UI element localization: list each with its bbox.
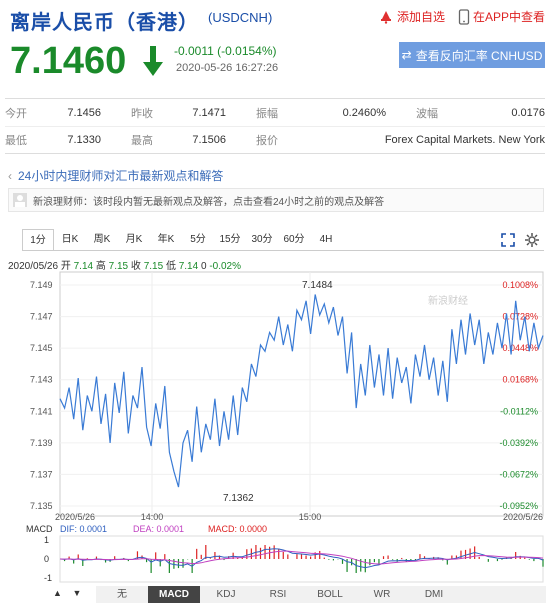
tab-year-k[interactable]: 年K (150, 229, 182, 251)
min-label: 7.1362 (223, 493, 254, 504)
y-tick-label: 7.137 (30, 469, 53, 479)
stat-label: 波幅 (416, 107, 438, 120)
plot-frame (59, 271, 544, 517)
indicator-tab-macd[interactable]: MACD (148, 586, 200, 603)
advisor-headline-label: 24小时内理财师对汇市最新观点和解答 (18, 169, 224, 183)
macd-tick-label: 1 (44, 535, 49, 545)
max-label: 7.1484 (302, 280, 333, 291)
symbol-code: (USDCNH) (208, 10, 273, 25)
tab-5min[interactable]: 5分 (182, 229, 214, 251)
indicator-tabs: 无 MACD KDJ RSI BOLL WR DMI (96, 586, 546, 603)
price-chart[interactable]: 7.149 7.147 7.145 7.143 7.141 7.139 7.137 7.135… (0, 270, 550, 590)
watermark: 新浪财经 (428, 294, 468, 307)
y-tick-label: 7.149 (30, 280, 53, 290)
pct-tick-label: -0.0392% (499, 438, 538, 448)
stat-label: 昨收 (131, 107, 153, 120)
period-tabs: 1分 日K 周K 月K 年K 5分 15分 30分 60分 4H (22, 229, 342, 251)
stat-value: 0.2460% (342, 106, 386, 119)
y-tick-label: 7.143 (30, 375, 53, 385)
stat-value: 7.1471 (192, 106, 226, 119)
add-watch-button[interactable]: 添加自选 (378, 8, 445, 25)
dea-label: DEA: 0.0001 (133, 524, 184, 534)
advisor-notice[interactable]: 新浪理财师：该时段内暂无最新观点及解答，点击查看24小时之前的观点及解答 (8, 188, 544, 212)
phone-icon (458, 8, 470, 25)
pct-tick-label: 0.0448% (502, 343, 538, 353)
x-tick-label: 14:00 (141, 512, 164, 522)
pct-tick-label: -0.0672% (499, 469, 538, 479)
avatar-icon (13, 193, 27, 207)
tab-day-k[interactable]: 日K (54, 229, 86, 251)
current-price: 7.1460 (10, 40, 127, 82)
stat-label: 最低 (5, 135, 27, 147)
x-tick-label: 2020/5/26 (55, 512, 95, 522)
y-tick-label: 7.135 (30, 501, 53, 511)
tab-60min[interactable]: 60分 (278, 229, 310, 251)
price-change: -0.0011 (-0.0154%) (174, 44, 277, 58)
quote-stats-table: 今开 7.1456 昨收 7.1471 振幅 0.2460% 波幅 0.0176… (5, 98, 545, 154)
macd-tick-label: 0 (44, 554, 49, 564)
stat-label: 最高 (131, 135, 153, 147)
arrow-up-icon[interactable]: ▲ (53, 588, 62, 598)
stat-value: 7.1456 (67, 106, 101, 119)
macd-title: MACD (26, 524, 53, 534)
stat-label: 报价 (256, 135, 278, 147)
quote-time: 2020-05-26 16:27:26 (176, 62, 279, 74)
tab-1min[interactable]: 1分 (22, 229, 54, 251)
y-tick-label: 7.147 (30, 312, 53, 322)
x-tick-label: 2020/5/26 (503, 512, 543, 522)
add-watch-label: 添加自选 (397, 10, 446, 24)
tab-30min[interactable]: 30分 (246, 229, 278, 251)
stat-label: 振幅 (256, 107, 278, 120)
tab-week-k[interactable]: 周K (86, 229, 118, 251)
reverse-rate-label: 查看反向汇率 CNHUSD (415, 48, 543, 63)
macd-tick-label: -1 (44, 573, 52, 583)
tab-divider (22, 250, 544, 251)
advisor-notice-text: 新浪理财师：该时段内暂无最新观点及解答，点击查看24小时之前的观点及解答 (33, 196, 385, 208)
app-view-button[interactable]: 在APP中查看 (458, 8, 545, 25)
tab-4h[interactable]: 4H (310, 229, 342, 251)
macd-value-label: MACD: 0.0000 (208, 524, 267, 534)
price-line (59, 294, 544, 488)
arrow-down-icon[interactable]: ▼ (72, 588, 81, 598)
pct-tick-label: 0.0168% (502, 375, 538, 385)
y-tick-label: 7.141 (30, 406, 53, 416)
app-view-label: 在APP中查看 (473, 10, 546, 24)
indicator-tab-dmi[interactable]: DMI (408, 586, 460, 603)
stat-value: Forex Capital Markets. New York (384, 134, 545, 146)
y-tick-label: 7.145 (30, 343, 53, 353)
stat-value: 0.0176 (511, 106, 545, 119)
advisor-headline[interactable]: ‹ 24小时内理财师对汇市最新观点和解答 (8, 167, 544, 184)
down-arrow-icon (143, 46, 163, 76)
tab-15min[interactable]: 15分 (214, 229, 246, 251)
stat-label: 今开 (5, 107, 27, 120)
stats-row: 最低 7.1330 最高 7.1506 报价 Forex Capital Mar… (5, 126, 545, 153)
nav-arrows: ▲ ▼ (53, 588, 81, 598)
stat-value: 7.1506 (192, 134, 226, 146)
indicator-tab-boll[interactable]: BOLL (304, 586, 356, 603)
chevron-left-icon: ‹ (8, 168, 12, 183)
indicator-tab-wr[interactable]: WR (356, 586, 408, 603)
bell-icon (381, 10, 391, 24)
pct-tick-label: -0.0112% (500, 406, 538, 416)
pct-tick-label: -0.0952% (499, 501, 538, 511)
swap-icon: ⇄ (401, 48, 412, 62)
fullscreen-icon[interactable] (500, 232, 516, 248)
indicator-tab-kdj[interactable]: KDJ (200, 586, 252, 603)
tab-month-k[interactable]: 月K (118, 229, 150, 251)
stats-row: 今开 7.1456 昨收 7.1471 振幅 0.2460% 波幅 0.0176 (5, 99, 545, 126)
settings-icon[interactable] (524, 232, 540, 248)
dif-label: DIF: 0.0001 (60, 524, 107, 534)
indicator-tab-none[interactable]: 无 (96, 586, 148, 603)
x-tick-label: 15:00 (299, 512, 322, 522)
stat-value: 7.1330 (67, 134, 101, 146)
y-tick-label: 7.139 (30, 438, 53, 448)
pct-tick-label: 0.1008% (502, 280, 538, 290)
reverse-rate-button[interactable]: ⇄ 查看反向汇率 CNHUSD (399, 42, 545, 68)
page-title: 离岸人民币（香港） (10, 12, 199, 34)
indicator-tab-rsi[interactable]: RSI (252, 586, 304, 603)
